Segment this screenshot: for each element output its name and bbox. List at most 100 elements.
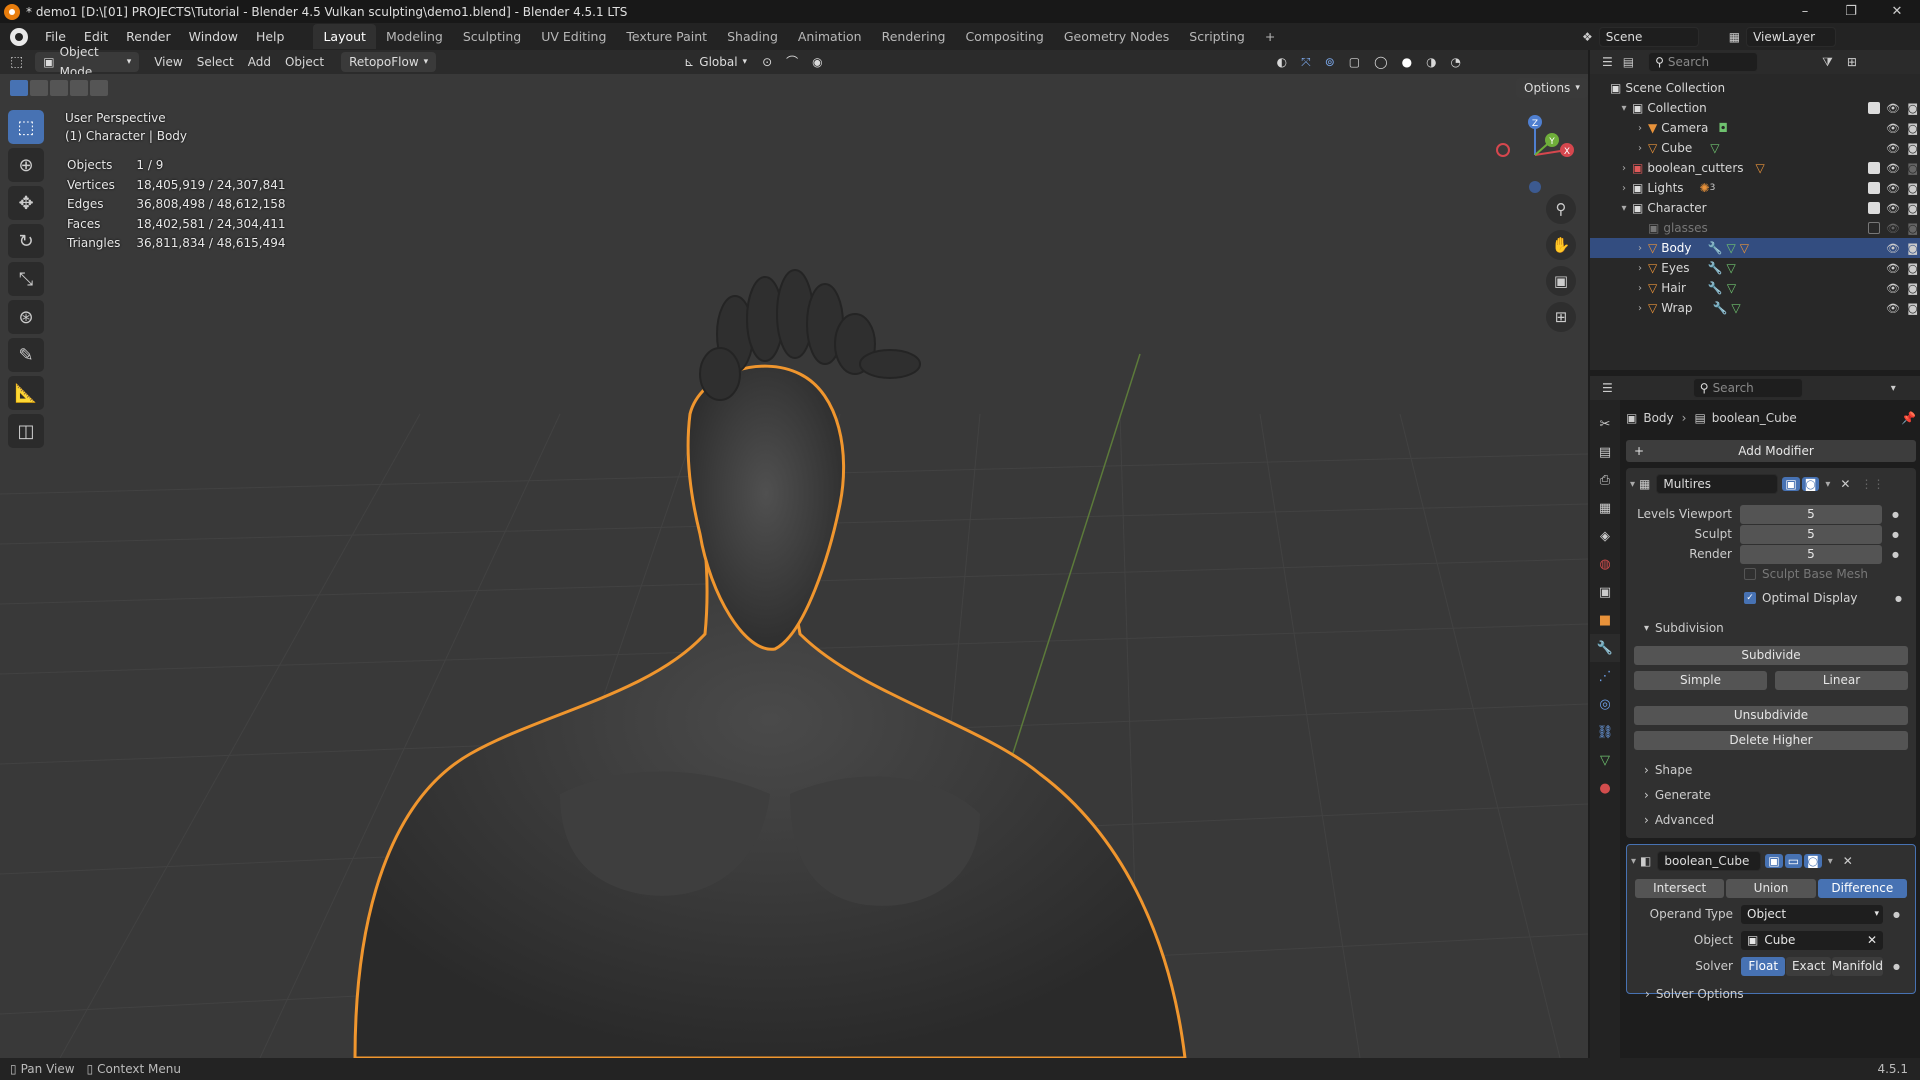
include-checkbox[interactable] xyxy=(1868,182,1880,194)
tab-scripting[interactable]: Scripting xyxy=(1179,24,1255,49)
select-box-tool-icon[interactable]: ⬚ xyxy=(8,110,44,144)
keyframe-dot-icon[interactable]: ● xyxy=(1893,962,1900,971)
eye-icon[interactable]: 👁 xyxy=(1886,282,1900,295)
shape-section-header[interactable]: › Shape xyxy=(1630,760,1912,780)
scene-tab-icon[interactable]: ◈ xyxy=(1590,522,1620,550)
chevron-down-icon[interactable]: ▾ xyxy=(1828,856,1833,867)
select-invert-icon[interactable] xyxy=(70,80,88,96)
render-camera-icon[interactable]: ◙ xyxy=(1907,242,1918,255)
overlay-toggle-icon[interactable]: ⊚ xyxy=(1318,50,1342,74)
tab-layout[interactable]: Layout xyxy=(313,24,376,49)
include-checkbox[interactable] xyxy=(1868,162,1880,174)
options-dropdown[interactable]: Options ▾ xyxy=(1516,78,1588,98)
sculpt-base-mesh-checkbox[interactable] xyxy=(1744,568,1756,580)
modifier-tab-icon[interactable]: 🔧 xyxy=(1590,634,1620,662)
eye-icon[interactable]: 👁 xyxy=(1886,202,1900,215)
rotate-tool-icon[interactable]: ↻ xyxy=(8,224,44,258)
outliner-item-lights[interactable]: › ▣ Lights ✺ 3 👁 ◙ xyxy=(1590,178,1920,198)
solver-exact-button[interactable]: Exact xyxy=(1786,956,1831,976)
chevron-right-icon[interactable]: › xyxy=(1632,263,1648,274)
chevron-down-icon[interactable]: ▾ xyxy=(1630,479,1635,490)
filter-icon[interactable]: ⧩ xyxy=(1822,55,1833,70)
tool-tab-icon[interactable]: ✂ xyxy=(1590,410,1620,438)
viewport-toggle-icon[interactable]: ▭ xyxy=(1784,854,1803,868)
add-cube-tool-icon[interactable]: ◫ xyxy=(8,414,44,448)
solver-float-button[interactable]: Float xyxy=(1741,956,1786,976)
keyframe-dot-icon[interactable]: ● xyxy=(1892,530,1899,539)
keyframe-dot-icon[interactable]: ● xyxy=(1893,910,1900,919)
menu-render[interactable]: Render xyxy=(117,23,180,50)
keyframe-dot-icon[interactable]: ● xyxy=(1892,510,1899,519)
collection-tab-icon[interactable]: ▣ xyxy=(1590,578,1620,606)
outliner-editor-icon[interactable]: ☰ xyxy=(1602,55,1613,69)
material-tab-icon[interactable]: ● xyxy=(1590,774,1620,802)
solid-shading-icon[interactable]: ● xyxy=(1395,50,1419,74)
outliner-item-camera[interactable]: › ▼ Camera ◘ 👁 ◙ xyxy=(1590,118,1920,138)
generate-section-header[interactable]: › Generate xyxy=(1630,785,1912,805)
chevron-right-icon[interactable]: › xyxy=(1632,123,1648,134)
menu-help[interactable]: Help xyxy=(247,23,294,50)
tab-modeling[interactable]: Modeling xyxy=(376,24,453,49)
outliner-item-eyes[interactable]: › ▽ Eyes 🔧 ▽ 👁 ◙ xyxy=(1590,258,1920,278)
eye-icon[interactable]: 👁 xyxy=(1886,142,1900,155)
outliner-item-body[interactable]: › ▽ Body 🔧 ▽ ▽ 👁 ◙ xyxy=(1590,238,1920,258)
outliner-item-hair[interactable]: › ▽ Hair 🔧 ▽ 👁 ◙ xyxy=(1590,278,1920,298)
properties-search-input[interactable]: ⚲ Search xyxy=(1692,378,1803,398)
edit-mode-toggle-icon[interactable]: ▣ xyxy=(1765,854,1783,868)
world-tab-icon[interactable]: ◍ xyxy=(1590,550,1620,578)
render-camera-icon[interactable]: ◙ xyxy=(1907,182,1918,195)
tab-sculpting[interactable]: Sculpting xyxy=(453,24,531,49)
advanced-section-header[interactable]: › Advanced xyxy=(1630,810,1912,830)
unsubdivide-button[interactable]: Unsubdivide xyxy=(1634,706,1908,725)
chevron-down-icon[interactable]: ▾ xyxy=(1631,856,1636,867)
pin-icon[interactable]: 📌 xyxy=(1901,411,1916,425)
pivot-icon[interactable]: ⊙ xyxy=(755,50,779,74)
chevron-down-icon[interactable]: ▾ xyxy=(1891,383,1896,394)
eye-icon[interactable]: 👁 xyxy=(1886,182,1900,195)
data-tab-icon[interactable]: ▽ xyxy=(1590,746,1620,774)
move-tool-icon[interactable]: ✥ xyxy=(8,186,44,220)
eye-icon[interactable]: 👁 xyxy=(1886,242,1900,255)
tab-animation[interactable]: Animation xyxy=(788,24,872,49)
view-layer-field[interactable]: ViewLayer xyxy=(1746,27,1837,47)
close-window-button[interactable]: ✕ xyxy=(1874,0,1920,23)
object-field[interactable]: ▣ Cube ✕ xyxy=(1741,930,1883,950)
select-extend-icon[interactable] xyxy=(30,80,48,96)
keyframe-dot-icon[interactable]: ● xyxy=(1892,550,1899,559)
pan-hand-icon[interactable]: ✋ xyxy=(1546,230,1576,260)
constraints-tab-icon[interactable]: ⛓ xyxy=(1590,718,1620,746)
orientation-dropdown[interactable]: ⊾ Global ▾ xyxy=(676,52,755,72)
chevron-right-icon[interactable]: › xyxy=(1632,303,1648,314)
tab-texture-paint[interactable]: Texture Paint xyxy=(616,24,717,49)
annotate-tool-icon[interactable]: ✎ xyxy=(8,338,44,372)
navigation-gizmo[interactable]: Z X Y xyxy=(1490,110,1580,200)
measure-tool-icon[interactable]: 📐 xyxy=(8,376,44,410)
snap-icon[interactable]: ⌒ xyxy=(779,50,805,74)
eye-icon[interactable]: 👁 xyxy=(1886,302,1900,315)
camera-view-icon[interactable]: ▣ xyxy=(1546,266,1576,296)
scene-field[interactable]: Scene xyxy=(1598,27,1699,47)
maximize-button[interactable]: ❐ xyxy=(1828,0,1874,23)
outliner-item-glasses[interactable]: ▣ glasses 👁 ◙ xyxy=(1590,218,1920,238)
sculpt-levels-field[interactable]: 5 xyxy=(1740,524,1882,544)
chevron-down-icon[interactable]: ▾ xyxy=(1825,479,1830,490)
chevron-right-icon[interactable]: › xyxy=(1632,143,1648,154)
render-camera-icon[interactable]: ◙ xyxy=(1907,122,1918,135)
gizmo-toggle-icon[interactable]: ⤧ xyxy=(1294,50,1318,74)
menu-window[interactable]: Window xyxy=(180,23,247,50)
render-toggle-icon[interactable]: ◙ xyxy=(1804,854,1822,868)
remove-modifier-icon[interactable]: ✕ xyxy=(1840,477,1850,491)
render-camera-icon[interactable]: ◙ xyxy=(1907,262,1918,275)
minimize-button[interactable]: – xyxy=(1782,0,1828,23)
eye-icon[interactable]: 👁 xyxy=(1886,102,1900,115)
tab-rendering[interactable]: Rendering xyxy=(872,24,956,49)
select-new-icon[interactable] xyxy=(10,80,28,96)
render-camera-icon[interactable]: ◙ xyxy=(1907,202,1918,215)
chevron-right-icon[interactable]: › xyxy=(1632,283,1648,294)
outliner-item-cube[interactable]: › ▽ Cube ▽ 👁 ◙ xyxy=(1590,138,1920,158)
eye-icon[interactable]: 👁 xyxy=(1886,162,1900,175)
wireframe-shading-icon[interactable]: ◯ xyxy=(1367,50,1394,74)
new-collection-icon[interactable]: ⊞ xyxy=(1847,55,1857,69)
eye-icon[interactable]: 👁 xyxy=(1886,122,1900,135)
render-camera-icon[interactable]: ◙ xyxy=(1907,142,1918,155)
